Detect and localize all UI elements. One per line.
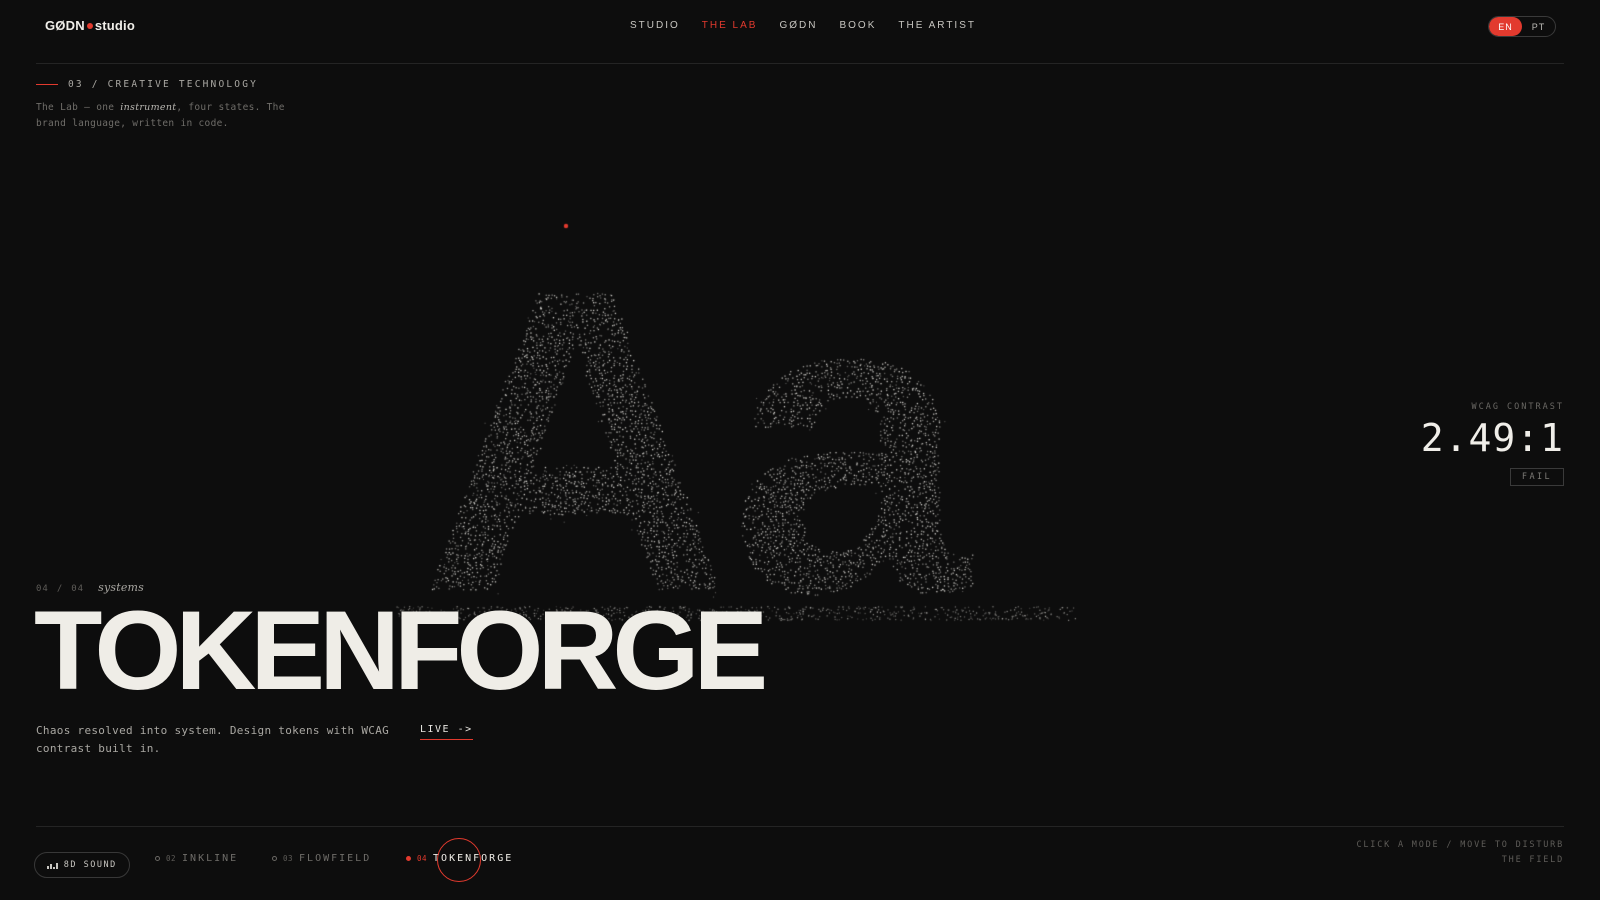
- hint-line-2: THE FIELD: [1501, 855, 1564, 865]
- wcag-contrast-panel: WCAG CONTRAST 2.49:1 FAIL: [1421, 402, 1564, 486]
- nav-the-lab[interactable]: THE LAB: [702, 20, 758, 31]
- nav-godn[interactable]: GØDN: [779, 20, 817, 31]
- section-tag-label: 03 / CREATIVE TECHNOLOGY: [68, 79, 259, 90]
- mode-indicator-icon: [406, 856, 411, 861]
- section-tag: 03 / CREATIVE TECHNOLOGY: [36, 79, 258, 90]
- sound-toggle-button[interactable]: 8D SOUND: [34, 852, 130, 878]
- lang-en-button[interactable]: EN: [1489, 17, 1522, 36]
- live-link[interactable]: LIVE ->: [420, 724, 473, 740]
- intro-text-a: The Lab — one: [36, 102, 121, 113]
- lang-pt-button[interactable]: PT: [1522, 17, 1555, 36]
- mode-indicator-icon: [272, 856, 277, 861]
- mode-label: FLOWFIELD: [299, 853, 372, 864]
- sound-label: 8D SOUND: [63, 860, 117, 870]
- footer-divider: [36, 826, 1564, 827]
- project-description: Chaos resolved into system. Design token…: [36, 724, 390, 755]
- sound-bars-icon: [47, 861, 58, 869]
- wcag-label: WCAG CONTRAST: [1471, 402, 1564, 412]
- cursor-ring-icon: [437, 838, 481, 882]
- mode-label: INKLINE: [182, 853, 239, 864]
- nav-the-artist[interactable]: THE ARTIST: [898, 20, 976, 31]
- accent-line: [36, 84, 58, 85]
- mode-indicator-icon: [155, 856, 160, 861]
- mode-flowfield[interactable]: 03 FLOWFIELD: [272, 853, 371, 864]
- mode-number: 02: [166, 854, 177, 863]
- mode-number: 03: [283, 854, 294, 863]
- interaction-hint: CLICK A MODE / MOVE TO DISTURB THE FIELD: [1356, 838, 1564, 868]
- particle-field-canvas[interactable]: [0, 0, 1600, 900]
- wcag-ratio: 2.49:1: [1420, 416, 1564, 460]
- mode-inkline[interactable]: 02 INKLINE: [155, 853, 238, 864]
- section-intro: The Lab — one instrument, four states. T…: [36, 100, 286, 132]
- project-title: TOKENFORGE: [34, 588, 768, 713]
- hint-line-1: CLICK A MODE / MOVE TO DISTURB: [1356, 840, 1564, 850]
- nav-book[interactable]: BOOK: [839, 20, 876, 31]
- header-divider: [36, 63, 1564, 64]
- language-switch: EN PT: [1488, 16, 1556, 37]
- nav-studio[interactable]: STUDIO: [630, 20, 680, 31]
- intro-emphasis: instrument: [120, 102, 177, 113]
- mode-number: 04: [417, 854, 428, 863]
- wcag-status-badge: FAIL: [1509, 468, 1564, 486]
- main-nav: STUDIO THE LAB GØDN BOOK THE ARTIST: [0, 20, 1600, 31]
